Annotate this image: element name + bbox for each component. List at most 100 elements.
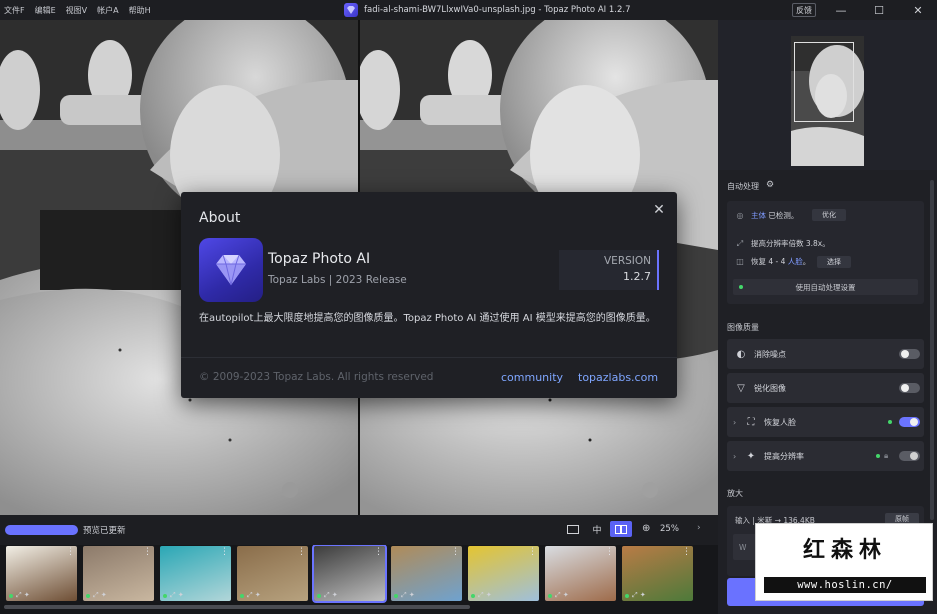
sparkle-icon: ✦ xyxy=(746,450,756,462)
close-icon[interactable]: ✕ xyxy=(651,202,667,218)
filmstrip-thumbnail[interactable]: ⋮ ⤢ ✦ xyxy=(160,546,231,601)
minimize-button[interactable]: — xyxy=(826,0,856,20)
filmstrip-scrollbar[interactable] xyxy=(4,605,470,609)
window-title: fadi-al-shami-BW7LlxwIVa0-unsplash.jpg -… xyxy=(344,0,630,20)
filmstrip-thumbnail[interactable]: ⋮ ⤢ ✦ xyxy=(622,546,693,601)
recover-faces-toggle[interactable] xyxy=(899,417,920,427)
panel-scrollbar[interactable] xyxy=(930,180,934,520)
dialog-divider xyxy=(181,357,677,358)
feature-denoise[interactable]: ◐ 消除噪点 xyxy=(727,339,924,369)
filmstrip-thumbnail[interactable]: ⋮ ⤢ ✦ xyxy=(83,546,154,601)
menu-view[interactable]: 视图V xyxy=(66,5,87,16)
feature-upscale[interactable]: › ✦ 提高分辨率 🔒︎ xyxy=(727,441,924,471)
feature-label: 锐化图像 xyxy=(754,383,786,393)
autopilot-settings-label: 使用自动处理设置 xyxy=(795,282,856,292)
more-options-icon[interactable]: ⋮ xyxy=(682,548,691,557)
middle-split-button[interactable]: 中 xyxy=(586,521,608,537)
denoise-toggle[interactable] xyxy=(899,349,920,359)
enhancement-icons: ⤢ ✦ xyxy=(555,591,569,599)
about-dialog: About ✕ Topaz Photo AI Topaz Labs | 2023… xyxy=(181,192,677,398)
zoom-icon[interactable]: ⊕ xyxy=(642,523,650,534)
feedback-button[interactable]: 反馈 xyxy=(792,3,816,17)
navigator xyxy=(718,20,937,170)
version-label: VERSION xyxy=(604,255,651,267)
status-dot xyxy=(317,594,321,598)
menu-file[interactable]: 文件F xyxy=(4,5,25,16)
status-dot xyxy=(548,594,552,598)
zoom-level[interactable]: 25% xyxy=(660,524,679,534)
zoom-chevron-icon[interactable]: › xyxy=(697,523,701,533)
faces-link[interactable]: 人脸 xyxy=(788,257,803,266)
filmstrip-thumbnail[interactable]: ⋮ ⤢ ✦ xyxy=(468,546,539,601)
preview-progress-bar xyxy=(5,525,78,535)
filmstrip: ⋮ ⤢ ✦ ⋮ ⤢ ✦ ⋮ ⤢ ✦ ⋮ ⤢ ✦ ⋮ ⤢ ✦ ⋮ ⤢ ✦ ⋮ ⤢ ✦ ⋮ ⤢ ✦ ⋮ ⤢ ✦ xyxy=(0,545,718,614)
chevron-right-icon[interactable]: › xyxy=(733,452,736,461)
watermark: 红森林 www.hoslin.cn/ xyxy=(755,523,933,601)
product-subtitle: Topaz Labs | 2023 Release xyxy=(268,274,407,286)
maximize-button[interactable]: ☐ xyxy=(864,0,894,20)
version-box: VERSION 1.2.7 xyxy=(559,250,659,290)
autopilot-title: 自动处理 xyxy=(727,182,759,191)
status-dot xyxy=(739,285,743,289)
app-logo-icon xyxy=(344,3,358,17)
use-autopilot-settings-button[interactable]: 使用自动处理设置 xyxy=(733,279,918,295)
more-options-icon[interactable]: ⋮ xyxy=(451,548,460,557)
status-dot xyxy=(625,594,629,598)
subject-link[interactable]: 主体 xyxy=(751,211,766,220)
more-options-icon[interactable]: ⋮ xyxy=(143,548,152,557)
topazlabs-link[interactable]: topazlabs.com xyxy=(578,371,658,384)
copyright-text: © 2009-2023 Topaz Labs. All rights reser… xyxy=(199,371,434,383)
filmstrip-thumbnail[interactable]: ⋮ ⤢ ✦ xyxy=(312,545,387,603)
menu-help[interactable]: 帮助H xyxy=(129,5,151,16)
status-dot xyxy=(9,594,13,598)
more-options-icon[interactable]: ⋮ xyxy=(297,548,306,557)
width-label: W xyxy=(739,543,747,552)
face-scan-icon: ⛶ xyxy=(747,416,755,428)
view-mode-group: 中 xyxy=(562,521,632,537)
close-window-button[interactable]: ✕ xyxy=(903,0,933,20)
filmstrip-thumbnail[interactable]: ⋮ ⤢ ✦ xyxy=(391,546,462,601)
filmstrip-thumbnail[interactable]: ⋮ ⤢ ✦ xyxy=(545,546,616,601)
filmstrip-thumbnail[interactable]: ⋮ ⤢ ✦ xyxy=(237,546,308,601)
face-icon: ◫ xyxy=(736,257,744,266)
enhancement-icons: ⤢ ✦ xyxy=(93,591,107,599)
lock-icon[interactable]: 🔒︎ xyxy=(884,451,888,461)
filmstrip-thumbnail[interactable]: ⋮ ⤢ ✦ xyxy=(6,546,77,601)
more-options-icon[interactable]: ⋮ xyxy=(220,548,229,557)
feature-recover-faces[interactable]: › ⛶ 恢复人脸 xyxy=(727,407,924,437)
subject-text: 主体 已检测。 xyxy=(751,210,798,221)
image-quality-title: 图像质量 xyxy=(727,323,759,332)
side-by-side-button[interactable] xyxy=(610,521,632,537)
status-dot xyxy=(471,594,475,598)
sharpen-toggle[interactable] xyxy=(899,383,920,393)
title-bar: 文件F 编辑E 视图V 帐户A 帮助H fadi-al-shami-BW7Llx… xyxy=(0,0,937,20)
more-options-icon[interactable]: ⋮ xyxy=(605,548,614,557)
faces-suffix: 。 xyxy=(802,257,811,266)
product-name: Topaz Photo AI xyxy=(268,251,371,267)
community-link[interactable]: community xyxy=(501,371,563,384)
subject-icon: ◎ xyxy=(736,211,744,220)
enhancement-icons: ⤢ ✦ xyxy=(247,591,261,599)
select-faces-button[interactable]: 选择 xyxy=(817,256,851,268)
about-title: About xyxy=(199,210,241,226)
gear-icon[interactable]: ⚙ xyxy=(766,180,774,190)
enhancement-icons: ⤢ ✦ xyxy=(16,591,30,599)
menu-account[interactable]: 帐户A xyxy=(97,5,118,16)
status-dot xyxy=(394,594,398,598)
refine-button[interactable]: 优化 xyxy=(812,209,846,221)
status-dot xyxy=(163,594,167,598)
status-dot xyxy=(86,594,90,598)
denoise-icon: ◐ xyxy=(736,348,746,360)
enhancement-icons: ⤢ ✦ xyxy=(324,591,338,599)
menu-bar: 文件F 编辑E 视图V 帐户A 帮助H xyxy=(0,5,151,16)
upscale-toggle[interactable] xyxy=(899,451,920,461)
feature-sharpen[interactable]: ▽ 锐化图像 xyxy=(727,373,924,403)
more-options-icon[interactable]: ⋮ xyxy=(528,548,537,557)
more-options-icon[interactable]: ⋮ xyxy=(374,548,383,557)
menu-edit[interactable]: 编辑E xyxy=(35,5,56,16)
more-options-icon[interactable]: ⋮ xyxy=(66,548,75,557)
chevron-right-icon[interactable]: › xyxy=(733,418,736,427)
faces-text: 恢复 4 - 4 人脸。 xyxy=(751,256,810,267)
navigator-viewport-frame[interactable] xyxy=(794,42,854,122)
single-view-button[interactable] xyxy=(562,521,584,537)
